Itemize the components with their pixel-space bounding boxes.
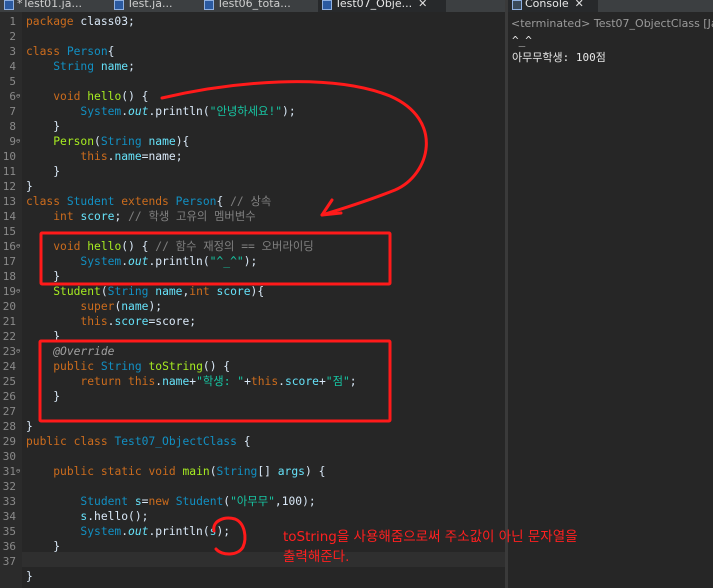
fold-collapse-icon[interactable]: ⊖ xyxy=(16,134,20,149)
code-line-13: class Student extends Person{ // 상속 xyxy=(26,195,272,208)
fold-collapse-icon[interactable]: ⊖ xyxy=(16,464,20,479)
java-file-icon xyxy=(114,0,124,10)
line-number: 28 xyxy=(2,420,16,433)
console-icon xyxy=(512,0,522,10)
line-number: 35 xyxy=(2,525,16,538)
line-number: 24 xyxy=(2,360,16,373)
code-line-12: } xyxy=(26,180,33,193)
code-line-23: @Override xyxy=(53,345,115,358)
line-number: 19 xyxy=(2,285,16,298)
code-line-16: void hello() { // 함수 재정의 == 오버라이딩 xyxy=(53,240,314,253)
line-number: 21 xyxy=(2,315,16,328)
line-number: 11 xyxy=(2,165,16,178)
code-line-4: String name; xyxy=(53,60,135,73)
code-line-21: this.score=score; xyxy=(80,315,197,328)
line-number: 18 xyxy=(2,270,16,283)
line-number: 22 xyxy=(2,330,16,343)
line-number: 7 xyxy=(9,105,16,118)
code-line-20: super(name); xyxy=(80,300,163,313)
tab-test07[interactable]: Test07_Obje... ✕ xyxy=(318,0,446,12)
line-number: 12 xyxy=(2,180,16,193)
fold-collapse-icon[interactable]: ⊖ xyxy=(16,89,20,104)
line-number: 14 xyxy=(2,210,16,223)
code-line-7: System.out.println("안녕하세요!"); xyxy=(80,105,296,118)
console-status: <terminated> Test07_ObjectClass [Jav xyxy=(511,17,713,30)
line-number: 27 xyxy=(2,405,16,418)
current-line-highlight xyxy=(22,552,505,567)
code-line-34: s.hello(); xyxy=(80,510,149,523)
line-number: 34 xyxy=(2,510,16,523)
fold-collapse-icon[interactable]: ⊖ xyxy=(16,344,20,359)
line-number: 37 xyxy=(2,555,16,568)
console-tab-bar: Console ✕ xyxy=(508,0,713,12)
code-line-10: this.name=name; xyxy=(80,150,183,163)
line-number: 15 xyxy=(2,225,16,238)
line-number: 36 xyxy=(2,540,16,553)
line-number: 4 xyxy=(9,60,16,73)
code-line-14: int score; // 학생 고유의 멤버변수 xyxy=(53,210,256,223)
tab-console[interactable]: Console ✕ xyxy=(508,0,598,12)
code-editor[interactable]: package class03; class Person{ String na… xyxy=(0,12,505,588)
line-number: 9 xyxy=(9,135,16,148)
line-number: 23 xyxy=(2,345,16,358)
code-line-18: } xyxy=(53,270,61,283)
code-line-37: } xyxy=(26,570,33,583)
tab-test06[interactable]: Test06_tota... xyxy=(200,0,308,12)
line-number: 1 xyxy=(9,15,16,28)
line-number: 29 xyxy=(2,435,16,448)
annotation-text: toString을 사용해줌으로써 주소값이 아닌 문자열을 xyxy=(283,529,578,545)
line-number: 13 xyxy=(2,195,16,208)
annotation-text: 출력해준다. xyxy=(283,549,350,565)
fold-collapse-icon[interactable]: ⊖ xyxy=(16,239,20,254)
code-line-26: } xyxy=(53,390,61,403)
line-number: 26 xyxy=(2,390,16,403)
code-line-35: System.out.println(s); xyxy=(80,525,231,538)
code-line-25: return this.name+"학생: "+this.score+"점"; xyxy=(80,375,357,388)
line-number: 32 xyxy=(2,480,16,493)
console-panel[interactable]: <terminated> Test07_ObjectClass [Jav ^_^… xyxy=(508,12,713,588)
code-line-31: public static void main(String[] args) { xyxy=(53,465,326,478)
code-line-33: Student s=new Student("아무무",100); xyxy=(80,495,316,508)
line-number: 6 xyxy=(9,90,16,103)
tab-test01[interactable]: *Test01.ja... xyxy=(0,0,104,12)
java-file-icon xyxy=(322,0,332,10)
java-file-icon xyxy=(204,0,214,10)
code-line-1: package class03; xyxy=(26,15,135,28)
line-number: 8 xyxy=(9,120,16,133)
line-number: 16 xyxy=(2,240,16,253)
close-icon[interactable]: ✕ xyxy=(418,0,427,10)
code-line-19: Student(String name,int score){ xyxy=(53,285,265,298)
code-line-17: System.out.println("^_^"); xyxy=(80,255,258,268)
code-line-36: } xyxy=(53,540,61,553)
close-icon[interactable]: ✕ xyxy=(575,0,584,10)
line-number: 17 xyxy=(2,255,16,268)
line-number: 25 xyxy=(2,375,16,388)
tab-test[interactable]: Test.ja... xyxy=(110,0,194,12)
code-line-24: public String toString() { xyxy=(53,360,231,373)
java-file-icon xyxy=(4,0,14,10)
fold-collapse-icon[interactable]: ⊖ xyxy=(16,284,20,299)
line-number: 10 xyxy=(2,150,16,163)
line-number: 30 xyxy=(2,450,16,463)
line-number: 33 xyxy=(2,495,16,508)
console-output-line: 아무무학생: 100점 xyxy=(512,51,606,64)
line-number: 5 xyxy=(9,75,16,88)
editor-tab-bar: *Test01.ja... Test.ja... Test06_tota... … xyxy=(0,0,505,12)
code-line-8: } xyxy=(53,120,61,133)
console-output-line: ^_^ xyxy=(512,34,532,47)
code-line-3: class Person{ xyxy=(26,45,115,58)
ide-window: *Test01.ja... Test.ja... Test06_tota... … xyxy=(0,0,713,588)
line-number: 2 xyxy=(9,30,16,43)
code-line-11: } xyxy=(53,165,61,178)
line-number: 20 xyxy=(2,300,16,313)
code-line-29: public class Test07_ObjectClass { xyxy=(26,435,251,448)
code-line-28: } xyxy=(26,420,33,433)
code-line-6: void hello() { xyxy=(53,90,149,103)
code-line-9: Person(String name){ xyxy=(53,135,190,148)
line-number: 31 xyxy=(2,465,16,478)
line-number: 3 xyxy=(9,45,16,58)
code-line-22: } xyxy=(53,330,61,343)
